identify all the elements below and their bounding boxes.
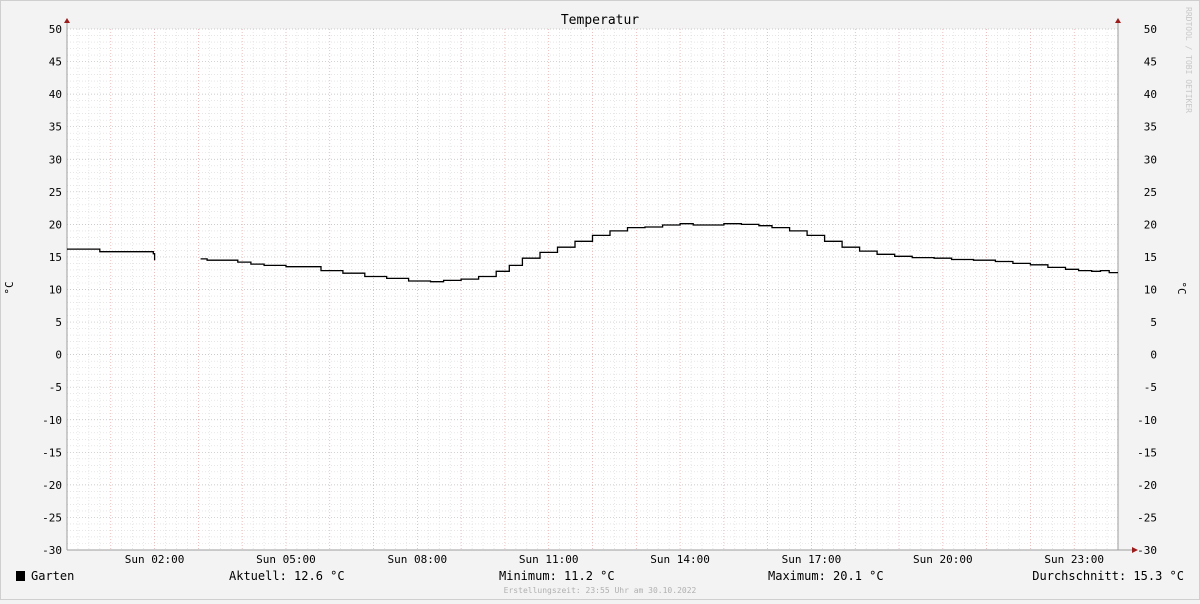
y-tick-label-left: 20 <box>49 218 62 231</box>
y-axis-label-right: °C <box>1175 281 1188 294</box>
y-tick-label-left: -10 <box>42 414 62 427</box>
y-tick-label-right: 30 <box>1144 153 1157 166</box>
y-tick-label-right: -10 <box>1137 414 1157 427</box>
y-tick-label-right: 40 <box>1144 88 1157 101</box>
y-tick-label-right: 10 <box>1144 284 1157 297</box>
creation-timestamp: Erstellungszeit: 23:55 Uhr am 30.10.2022 <box>504 586 697 595</box>
y-tick-label-left: -15 <box>42 446 62 459</box>
y-tick-label-left: 5 <box>55 316 62 329</box>
legend-average: Durchschnitt: 15.3 °C <box>1032 569 1184 583</box>
y-tick-label-right: -5 <box>1144 381 1157 394</box>
y-tick-label-left: -5 <box>49 381 62 394</box>
y-tick-label-left: -25 <box>42 511 62 524</box>
y-tick-label-left: 10 <box>49 284 62 297</box>
y-axis-arrow-left <box>64 18 70 23</box>
y-tick-label-right: -20 <box>1137 479 1157 492</box>
y-tick-label-left: 0 <box>55 349 62 362</box>
y-tick-label-left: 30 <box>49 153 62 166</box>
y-tick-label-right: 25 <box>1144 186 1157 199</box>
y-axis-arrow-right <box>1115 18 1121 23</box>
y-tick-label-right: 15 <box>1144 251 1157 264</box>
y-tick-label-right: -15 <box>1137 446 1157 459</box>
temperature-chart: 50 5045 4540 4035 3530 3025 2520 2015 1510 105 50 0… <box>3 7 1193 595</box>
chart-frame: 50 50 45 45 40 40 35 35 30 30 25 25 20 20 15 15 10 10 5 5 0 0… <box>0 0 1200 600</box>
y-tick-label-left: -20 <box>42 479 62 492</box>
x-tick-label: Sun 08:00 <box>388 553 448 566</box>
y-tick-label-right: 5 <box>1150 316 1157 329</box>
legend-minimum: Minimum: 11.2 °C <box>499 569 615 583</box>
rrdtool-watermark: RRDTOOL / TOBI OETIKER <box>1184 7 1193 113</box>
x-tick-label: Sun 05:00 <box>256 553 316 566</box>
y-tick-label-left: -30 <box>42 544 62 557</box>
legend-current: Aktuell: 12.6 °C <box>229 569 345 583</box>
x-tick-label: Sun 14:00 <box>650 553 710 566</box>
legend-maximum: Maximum: 20.1 °C <box>768 569 884 583</box>
legend-label-garten: Garten <box>31 569 74 583</box>
y-tick-label-right: 45 <box>1144 56 1157 69</box>
y-tick-label-right: -25 <box>1137 511 1157 524</box>
y-tick-label-left: 45 <box>49 56 62 69</box>
x-tick-label: Sun 17:00 <box>782 553 842 566</box>
x-tick-label: Sun 02:00 <box>125 553 185 566</box>
y-axis-label-left: °C <box>3 281 16 294</box>
y-tick-label-left: 40 <box>49 88 62 101</box>
y-tick-label-left: 15 <box>49 251 62 264</box>
y-tick-label-right: 35 <box>1144 121 1157 134</box>
y-tick-label-right: -30 <box>1137 544 1157 557</box>
x-tick-label: Sun 23:00 <box>1044 553 1104 566</box>
legend-swatch-garten <box>16 571 25 581</box>
y-tick-label-right: 0 <box>1150 349 1157 362</box>
y-tick-label-right: 20 <box>1144 218 1157 231</box>
x-tick-label: Sun 20:00 <box>913 553 973 566</box>
y-tick-label-left: 50 <box>49 23 62 36</box>
grid <box>67 28 1118 551</box>
y-tick-label-left: 25 <box>49 186 62 199</box>
chart-title: Temperatur <box>561 13 639 28</box>
y-tick-label-left: 35 <box>49 121 62 134</box>
x-tick-label: Sun 11:00 <box>519 553 579 566</box>
y-tick-label-right: 50 <box>1144 23 1157 36</box>
